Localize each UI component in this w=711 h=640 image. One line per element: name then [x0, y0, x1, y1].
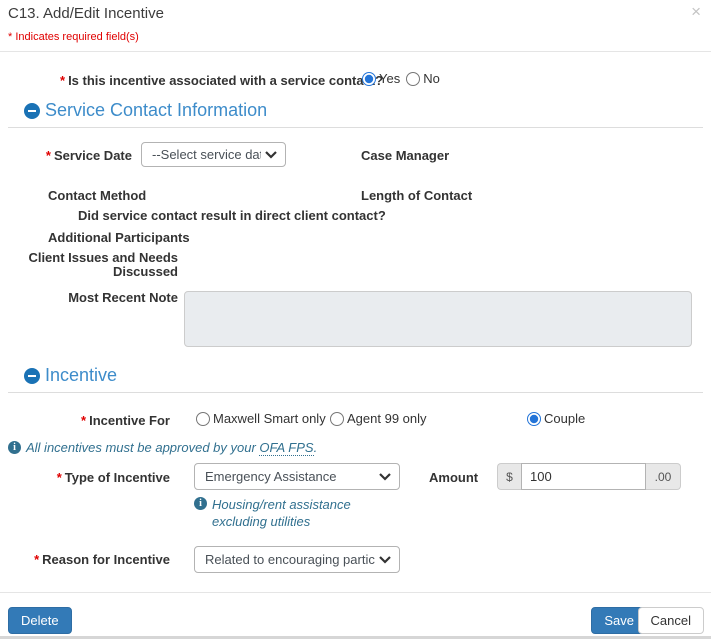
collapse-section-icon[interactable] [24, 103, 40, 119]
radio-option-maxwell-smart-only[interactable]: Maxwell Smart only [196, 411, 326, 426]
page-title: C13. Add/Edit Incentive [8, 5, 164, 22]
required-asterisk: * [60, 73, 65, 88]
radio-option-couple[interactable]: Couple [527, 411, 585, 426]
footer-divider [0, 592, 711, 593]
section-divider [8, 127, 703, 128]
close-icon[interactable]: × [691, 3, 701, 20]
yes-radio[interactable] [362, 72, 376, 86]
amount-input[interactable] [521, 463, 646, 490]
ofa-fps-abbr[interactable]: OFA FPS [259, 440, 313, 456]
section-divider [8, 392, 703, 393]
required-fields-note: * Indicates required field(s) [8, 31, 139, 43]
no-radio[interactable] [406, 72, 420, 86]
service-contact-question-label: *Is this incentive associated with a ser… [60, 73, 383, 88]
radio-option-agent-99-only[interactable]: Agent 99 only [330, 411, 427, 426]
reason-for-incentive-select[interactable]: Related to encouraging participati [194, 546, 400, 573]
type-of-incentive-hint: i Housing/rent assistance excluding util… [194, 496, 406, 530]
amount-input-group: $ .00 [497, 463, 681, 490]
client-issues-label: Client Issues and Needs Discussed [8, 251, 178, 279]
required-asterisk: * [57, 470, 62, 485]
additional-participants-label: Additional Participants [48, 230, 190, 245]
required-asterisk: * [81, 413, 86, 428]
chevron-down-icon [379, 556, 391, 564]
add-edit-incentive-modal: C13. Add/Edit Incentive × * Indicates re… [0, 0, 711, 640]
delete-button[interactable]: Delete [8, 607, 72, 634]
info-icon: i [194, 497, 207, 510]
amount-label: Amount [429, 470, 478, 485]
section-title-incentive: Incentive [45, 365, 117, 386]
chevron-down-icon [265, 151, 277, 159]
type-of-incentive-select[interactable]: Emergency Assistance [194, 463, 400, 490]
radio-option-yes[interactable]: Yes [362, 71, 400, 86]
service-date-label: *Service Date [8, 148, 132, 163]
maxwell-smart-only-radio[interactable] [196, 412, 210, 426]
collapse-section-icon[interactable] [24, 368, 40, 384]
modal-bottom-shadow [0, 636, 711, 639]
case-manager-label: Case Manager [361, 148, 449, 163]
chevron-down-icon [379, 473, 391, 481]
direct-client-contact-label: Did service contact result in direct cli… [78, 208, 386, 223]
service-contact-question-radios: Yes No [362, 71, 440, 86]
approval-info-note: i All incentives must be approved by you… [8, 440, 317, 455]
length-of-contact-label: Length of Contact [361, 188, 472, 203]
cancel-button[interactable]: Cancel [638, 607, 704, 634]
most-recent-note-label: Most Recent Note [8, 290, 178, 305]
agent-99-only-radio[interactable] [330, 412, 344, 426]
cents-suffix: .00 [646, 463, 681, 490]
section-title-service-contact: Service Contact Information [45, 100, 267, 121]
contact-method-label: Contact Method [48, 188, 146, 203]
service-date-select[interactable]: --Select service date [141, 142, 286, 167]
reason-for-incentive-label: *Reason for Incentive [8, 552, 170, 567]
couple-radio[interactable] [527, 412, 541, 426]
radio-option-no[interactable]: No [406, 71, 440, 86]
required-asterisk: * [34, 552, 39, 567]
info-icon: i [8, 441, 21, 454]
most-recent-note-textarea [184, 291, 692, 347]
required-asterisk: * [46, 148, 51, 163]
dollar-prefix: $ [497, 463, 521, 490]
incentive-for-label: *Incentive For [8, 413, 170, 428]
type-of-incentive-label: *Type of Incentive [8, 470, 170, 485]
header-divider [0, 51, 711, 52]
